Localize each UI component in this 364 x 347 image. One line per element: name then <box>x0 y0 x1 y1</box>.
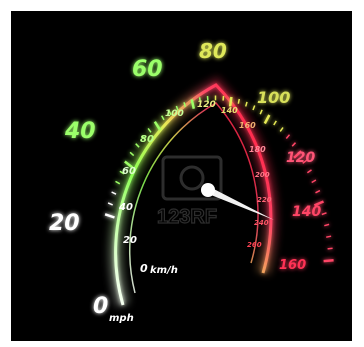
tick-mark <box>263 114 271 125</box>
kmh-label-0: 0 <box>140 262 148 275</box>
tick-mark <box>315 189 321 194</box>
tick-mark <box>107 202 113 206</box>
kmh-label-60: 60 <box>122 166 136 177</box>
kmh-label-120: 120 <box>197 100 216 110</box>
mph-label-0: 0 <box>93 294 108 319</box>
speedometer-image: 0 20 40 60 80 100 120 140 160 0 20 40 60… <box>11 11 352 341</box>
tick-mark <box>306 169 312 174</box>
tick-mark <box>237 98 241 104</box>
unit-mph: mph <box>109 313 134 324</box>
needle-hub <box>201 183 215 197</box>
tick-mark <box>285 134 291 139</box>
mph-label-60: 60 <box>132 57 163 82</box>
outer-scale-labels: 0 20 40 60 80 100 120 140 160 <box>49 39 321 319</box>
kmh-label-80: 80 <box>140 134 154 145</box>
kmh-label-260: 260 <box>247 241 262 249</box>
kmh-label-40: 40 <box>118 202 133 213</box>
tick-mark <box>291 142 297 147</box>
kmh-label-180: 180 <box>249 145 266 154</box>
mph-label-20: 20 <box>49 211 80 236</box>
tick-mark <box>273 120 277 126</box>
tick-mark <box>279 127 284 132</box>
tick-mark <box>135 143 140 148</box>
unit-kmh: km/h <box>150 265 178 276</box>
mph-label-40: 40 <box>64 119 96 144</box>
kmh-label-220: 220 <box>257 196 272 204</box>
tick-mark <box>327 247 333 250</box>
kmh-label-200: 200 <box>255 171 270 179</box>
watermark-text: 123RF <box>157 206 217 228</box>
gauge-ticks <box>104 95 334 263</box>
mph-label-80: 80 <box>199 39 227 63</box>
mph-label-100: 100 <box>257 88 290 107</box>
speedometer-gauge: 0 20 40 60 80 100 120 140 160 0 20 40 60… <box>49 39 334 324</box>
kmh-label-240: 240 <box>254 219 269 227</box>
tick-mark <box>147 127 152 133</box>
tick-mark <box>129 151 135 157</box>
mph-label-140: 140 <box>292 204 321 220</box>
tick-mark <box>321 212 327 216</box>
tick-mark <box>323 259 334 263</box>
tick-mark <box>324 223 330 227</box>
tick-mark <box>311 179 317 184</box>
mph-label-120: 120 <box>286 150 315 166</box>
kmh-label-20: 20 <box>123 235 137 246</box>
tick-mark <box>259 109 263 115</box>
tick-mark <box>115 180 121 185</box>
mph-label-160: 160 <box>279 258 306 273</box>
tick-mark <box>111 191 117 195</box>
tick-mark <box>252 105 256 111</box>
kmh-label-160: 160 <box>239 121 256 130</box>
tick-mark <box>244 101 248 107</box>
kmh-label-140: 140 <box>221 106 238 115</box>
tick-mark <box>326 235 332 238</box>
kmh-label-100: 100 <box>165 109 184 119</box>
